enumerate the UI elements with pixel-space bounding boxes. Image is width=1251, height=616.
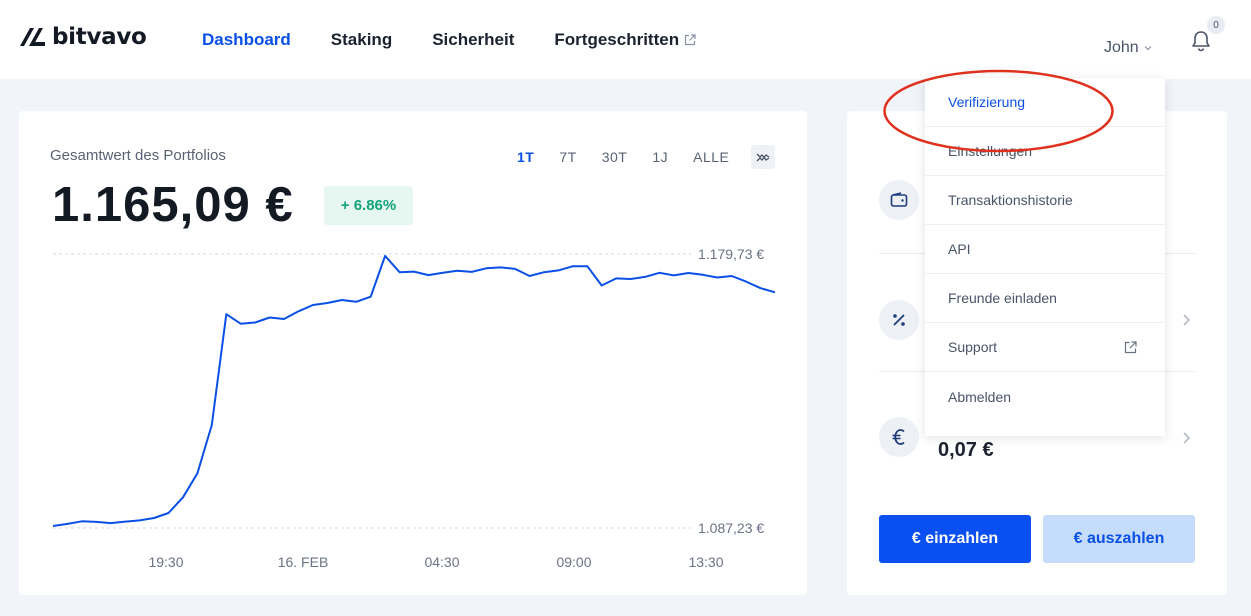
bitvavo-logo[interactable]: bitvavo bbox=[20, 24, 147, 50]
menu-item-freunde-einladen[interactable]: Freunde einladen bbox=[925, 274, 1165, 323]
deposit-euro-button[interactable]: € einzahlen bbox=[879, 515, 1031, 563]
x-tick-label: 16. FEB bbox=[278, 554, 329, 570]
nav-fortgeschritten-label: Fortgeschritten bbox=[554, 30, 680, 49]
y-tick-min: 1.087,23 € bbox=[698, 520, 764, 536]
euro-balance-value: 0,07 € bbox=[938, 439, 994, 461]
portfolio-value-line bbox=[52, 254, 776, 527]
x-tick-label: 13:30 bbox=[688, 554, 723, 570]
wallet-icon-circle bbox=[879, 180, 919, 220]
chevron-right-icon[interactable] bbox=[1181, 431, 1191, 445]
user-menu-toggle[interactable]: John bbox=[1104, 39, 1152, 57]
nav-fortgeschritten[interactable]: Fortgeschritten bbox=[554, 30, 696, 50]
portfolio-line-chart: 1.179,73 € 1.087,23 € 19:30 16. FEB 04:3… bbox=[52, 246, 776, 570]
percent-icon-circle bbox=[879, 300, 919, 340]
highlight-ring bbox=[883, 69, 1114, 153]
user-name: John bbox=[1104, 39, 1139, 56]
chevron-down-icon bbox=[1144, 46, 1152, 51]
notification-count-badge: 0 bbox=[1207, 16, 1225, 34]
x-tick-label: 19:30 bbox=[148, 554, 183, 570]
menu-item-abmelden[interactable]: Abmelden bbox=[925, 372, 1165, 421]
chevron-right-icon[interactable] bbox=[1181, 313, 1191, 327]
external-link-icon bbox=[684, 34, 696, 46]
x-tick-label: 04:30 bbox=[424, 554, 459, 570]
brand-name: bitvavo bbox=[52, 24, 147, 50]
y-tick-max: 1.179,73 € bbox=[698, 246, 764, 262]
wallet-icon bbox=[890, 192, 908, 207]
bell-icon[interactable] bbox=[1190, 29, 1212, 53]
menu-item-transaktionshistorie[interactable]: Transaktionshistorie bbox=[925, 176, 1165, 225]
portfolio-card: Gesamtwert des Portfolios 1T 7T 30T 1J A… bbox=[19, 111, 807, 595]
external-link-icon bbox=[1124, 341, 1137, 354]
withdraw-euro-button[interactable]: € auszahlen bbox=[1043, 515, 1195, 563]
main-nav: Dashboard Staking Sicherheit Fortgeschri… bbox=[202, 30, 696, 50]
nav-dashboard[interactable]: Dashboard bbox=[202, 30, 291, 50]
percent-icon bbox=[893, 314, 905, 326]
euro-icon bbox=[892, 429, 905, 445]
bitvavo-logo-icon bbox=[20, 28, 45, 46]
x-tick-label: 09:00 bbox=[556, 554, 591, 570]
nav-staking[interactable]: Staking bbox=[331, 30, 392, 50]
euro-icon-circle bbox=[879, 417, 919, 457]
menu-item-api[interactable]: API bbox=[925, 225, 1165, 274]
menu-item-support-label: Support bbox=[948, 339, 998, 355]
nav-sicherheit[interactable]: Sicherheit bbox=[432, 30, 514, 50]
menu-item-support[interactable]: Support bbox=[925, 323, 1165, 372]
